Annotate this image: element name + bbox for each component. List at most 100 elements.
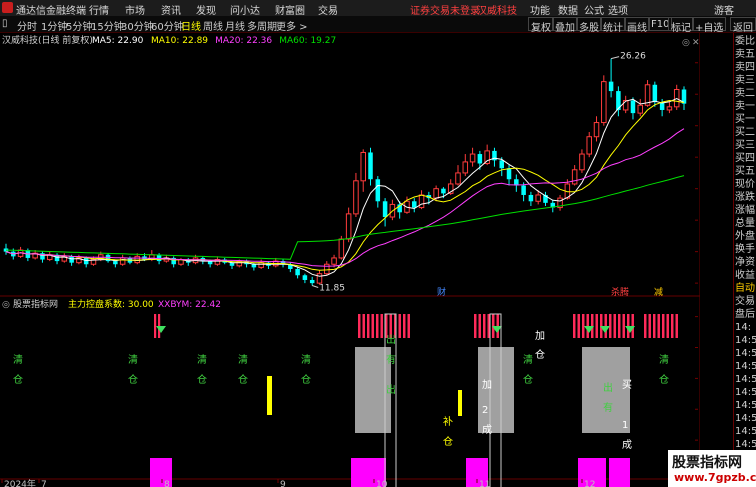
site-watermark: 股票指标网 www.7gpzb.com: [668, 450, 756, 487]
period-60min[interactable]: 60分钟: [151, 18, 184, 33]
right-panel-row: 盘后: [735, 309, 755, 320]
menu-item-gongshi[interactable]: 公式: [584, 2, 604, 17]
signal-qing: 清: [523, 353, 533, 366]
period-weekly[interactable]: 周线: [203, 18, 223, 33]
period-monthly[interactable]: 月线: [225, 18, 245, 33]
signal-qing: 清: [238, 353, 248, 366]
signal-1: 1: [622, 420, 628, 431]
event-label-2[interactable]: 减: [654, 286, 663, 298]
right-panel-row: 收益: [735, 270, 755, 281]
sub-indicator-name: 股票指标网: [13, 298, 58, 310]
right-panel-row: 14:50: [735, 335, 756, 346]
period-fenshi[interactable]: 分时: [17, 18, 37, 33]
signal-jia: 加: [535, 330, 545, 342]
signal-bu: 补: [443, 415, 453, 428]
menu-item-shuju[interactable]: 数据: [558, 2, 578, 17]
menu-item-jiaoyi[interactable]: 交易: [318, 2, 338, 17]
watermark-url: www.7gpzb.com: [674, 471, 756, 484]
right-panel-row: 自动: [735, 283, 755, 294]
period-toolbar: ▯ 分时 1分钟 5分钟 15分钟 30分钟 60分钟 日线 周线 月线 多周期…: [0, 16, 756, 34]
right-panel-row: 14:50: [735, 400, 756, 411]
right-panel-row: 涨幅: [735, 205, 755, 216]
panel-close-icon[interactable]: ✕: [692, 38, 700, 48]
signal-cang: 仓: [238, 373, 248, 386]
fuquan-button[interactable]: 复权: [528, 17, 554, 34]
period-multi[interactable]: 多周期: [247, 18, 277, 33]
signal-qing: 清: [13, 353, 23, 366]
right-panel-row: 14:50: [735, 387, 756, 398]
period-more[interactable]: 更多 >: [276, 18, 308, 33]
signal-chu: 出: [603, 381, 613, 394]
stock-name-tab: 汉威科技: [477, 6, 517, 17]
draw-line-button[interactable]: 画线: [624, 17, 650, 34]
back-button[interactable]: 返回: [730, 17, 756, 34]
right-panel-row: 卖四: [735, 62, 755, 73]
sub-panel-icon[interactable]: ◎: [2, 300, 10, 310]
app-title: 通达信金融终端: [16, 6, 86, 17]
signal-mai: 买: [622, 379, 632, 391]
right-panel-row: 现价: [735, 179, 755, 190]
mark-button[interactable]: 标记: [668, 17, 694, 34]
menu-item-caifuquan[interactable]: 财富圈: [275, 2, 305, 17]
period-5min[interactable]: 5分钟: [66, 18, 92, 33]
right-panel-row: 卖一: [735, 101, 755, 112]
right-panel-row: 14:50: [735, 361, 756, 372]
menu-item-faxian[interactable]: 发现: [196, 2, 216, 17]
signal-cang: 仓: [13, 373, 23, 386]
multi-stock-button[interactable]: 多股: [576, 17, 602, 34]
period-daily[interactable]: 日线: [181, 18, 201, 33]
right-panel-row: 净资: [735, 257, 755, 268]
trade-login-warning[interactable]: 证券交易未登录: [410, 2, 480, 17]
panel-settings-icon[interactable]: ◎: [682, 38, 690, 48]
right-panel-row: 14:: [735, 322, 752, 333]
period-15min[interactable]: 15分钟: [91, 18, 124, 33]
right-panel-row: 交易: [735, 296, 755, 307]
date-tick: 11: [479, 480, 490, 487]
toolbar-toggle-icon[interactable]: ▯: [2, 18, 8, 29]
ma-label-1: MA10: 22.89: [151, 36, 208, 46]
menu-item-hangqing[interactable]: 行情: [89, 2, 109, 17]
right-panel-row: 卖二: [735, 88, 755, 99]
add-watchlist-button[interactable]: +自选: [692, 17, 727, 34]
yellow-bar: [458, 390, 462, 416]
watermark-title: 股票指标网: [672, 455, 742, 471]
event-label-1[interactable]: 杀腾: [611, 286, 629, 298]
date-tick: 7: [41, 480, 47, 487]
period-1min[interactable]: 1分钟: [41, 18, 67, 33]
right-panel-row: 卖三: [735, 75, 755, 86]
signal-cang: 仓: [128, 373, 138, 386]
date-tick: 12: [584, 480, 595, 487]
ma-label-0: MA5: 22.90: [92, 36, 144, 46]
right-panel-row: 14:50: [735, 426, 756, 437]
right-panel-row: 买四: [735, 153, 755, 164]
kline-chart-area[interactable]: 汉威科技(日线 前复权) MA5: 22.90 MA10: 22.89 MA20: …: [0, 33, 700, 487]
right-panel-row: 卖五: [735, 49, 755, 60]
menu-item-zixun[interactable]: 资讯: [161, 2, 181, 17]
statistics-button[interactable]: 统计: [600, 17, 626, 34]
signal-2: 2: [482, 405, 488, 416]
user-label[interactable]: 游客: [714, 2, 734, 17]
period-30min[interactable]: 30分钟: [121, 18, 154, 33]
low-price-marker: 11.85: [319, 283, 345, 293]
ma-label-3: MA60: 19.27: [279, 36, 336, 46]
signal-cang: 仓: [523, 373, 533, 386]
date-tick: 9: [280, 480, 286, 487]
right-panel-row: 14:50: [735, 348, 756, 359]
overlay-button[interactable]: 叠加: [552, 17, 578, 34]
menu-item-gongneng[interactable]: 功能: [530, 2, 550, 17]
menu-item-wenxiaoda[interactable]: 问小达: [230, 2, 260, 17]
ma-label-2: MA20: 22.36: [215, 36, 272, 46]
signal-you: 有: [386, 353, 396, 366]
menu-item-xuanxiang[interactable]: 选项: [608, 2, 628, 17]
right-panel-row: 14:50: [735, 413, 756, 424]
signal-cang: 仓: [659, 373, 669, 386]
signal-cheng: 成: [622, 439, 632, 451]
candle[interactable]: [601, 75, 607, 126]
signal-cang: 仓: [535, 348, 545, 361]
signal-cang: 仓: [443, 435, 453, 448]
menu-item-shichang[interactable]: 市场: [125, 2, 145, 17]
right-info-panel: 委比 卖五 卖四 卖三 卖二 卖一 买一 买二 买三 买四 买五 现价 涨跌 涨幅 总量 外盘 换手 净资 收益 自动…: [733, 33, 756, 487]
signal-cang: 仓: [301, 373, 311, 386]
event-label-0[interactable]: 财: [437, 286, 446, 298]
signal-cheng: 成: [482, 424, 492, 436]
